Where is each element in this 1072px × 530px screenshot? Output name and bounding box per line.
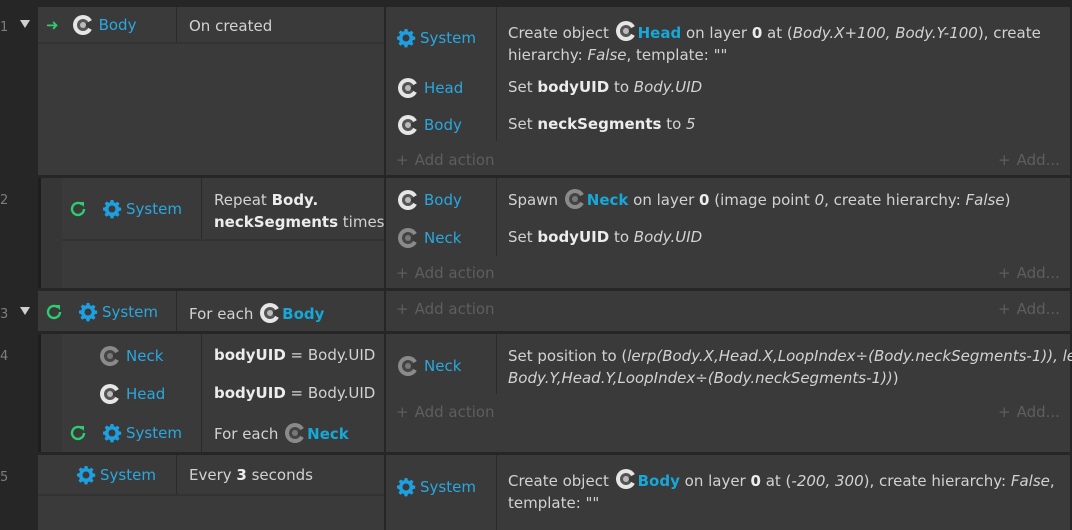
object-name: System bbox=[126, 424, 182, 442]
body-object-icon bbox=[614, 467, 638, 491]
action-object-neck[interactable]: Neck bbox=[396, 226, 461, 250]
trigger-arrow-icon: ➜ bbox=[46, 16, 59, 34]
object-name: Neck bbox=[424, 229, 462, 247]
add-action-button[interactable]: + Add action bbox=[396, 300, 495, 318]
object-name: System bbox=[100, 466, 156, 484]
gear-icon bbox=[397, 29, 416, 48]
plus-icon: + bbox=[396, 300, 409, 318]
add-more-button[interactable]: + Add... bbox=[998, 300, 1060, 318]
object-name: System bbox=[420, 478, 476, 496]
collapse-caret[interactable] bbox=[20, 20, 30, 28]
condition-object-head[interactable]: Head bbox=[98, 382, 165, 406]
action-text-set-bodyuid[interactable]: Set bodyUID to Body.UID bbox=[508, 78, 702, 96]
plus-icon: + bbox=[396, 403, 409, 421]
plus-icon: + bbox=[998, 403, 1011, 421]
add-action-button[interactable]: + Add action bbox=[396, 151, 495, 169]
action-object-neck[interactable]: Neck bbox=[396, 354, 461, 378]
object-name: Head bbox=[424, 79, 464, 97]
object-name: System bbox=[102, 303, 158, 321]
object-name: Body bbox=[424, 191, 462, 209]
object-name: Body bbox=[424, 116, 462, 134]
condition-text: On created bbox=[189, 17, 273, 35]
object-name: Head bbox=[126, 385, 166, 403]
action-text-set-necksegments[interactable]: Set neckSegments to 5 bbox=[508, 115, 696, 133]
gear-icon bbox=[79, 303, 98, 322]
loop-icon bbox=[70, 425, 86, 441]
body-object-icon bbox=[71, 13, 95, 37]
collapse-caret[interactable] bbox=[20, 307, 30, 315]
action-object-system[interactable]: System bbox=[396, 28, 476, 48]
head-object-icon bbox=[98, 382, 122, 406]
action-text-create-object[interactable]: Create object Head on layer 0 at (Body.X… bbox=[508, 19, 1041, 66]
plus-icon: + bbox=[998, 300, 1011, 318]
neck-object-icon bbox=[396, 354, 420, 378]
action-object-head[interactable]: Head bbox=[396, 76, 463, 100]
plus-icon: + bbox=[396, 264, 409, 282]
row-number: 2 bbox=[0, 193, 9, 208]
action-text-create-object[interactable]: Create object Body on layer 0 at (-200, … bbox=[508, 467, 1055, 514]
action-object-body[interactable]: Body bbox=[396, 188, 462, 212]
row-number: 3 bbox=[0, 307, 9, 322]
add-more-button[interactable]: + Add... bbox=[998, 151, 1060, 169]
plus-icon: + bbox=[998, 151, 1011, 169]
object-name: System bbox=[126, 200, 182, 218]
condition-object-system[interactable]: System bbox=[68, 423, 182, 443]
object-name: Neck bbox=[424, 357, 462, 375]
gear-icon bbox=[397, 478, 416, 497]
row-number: 5 bbox=[0, 470, 9, 485]
condition-text-every[interactable]: Every 3 seconds bbox=[189, 466, 313, 484]
condition-object-neck[interactable]: Neck bbox=[98, 344, 163, 368]
condition-object-body[interactable]: ➜ Body bbox=[46, 13, 136, 37]
gear-icon bbox=[77, 466, 96, 485]
plus-icon: + bbox=[396, 151, 409, 169]
neck-object-icon bbox=[98, 344, 122, 368]
body-object-icon bbox=[258, 301, 282, 325]
loop-icon bbox=[46, 304, 62, 320]
neck-object-icon bbox=[563, 187, 587, 211]
neck-object-icon bbox=[283, 421, 307, 445]
row-number: 1 bbox=[0, 20, 9, 35]
object-name: Body bbox=[98, 16, 137, 34]
add-more-button[interactable]: + Add... bbox=[998, 403, 1060, 421]
neck-object-icon bbox=[396, 226, 420, 250]
add-more-button[interactable]: + Add... bbox=[998, 264, 1060, 282]
object-name: Neck bbox=[126, 347, 164, 365]
condition-object-system[interactable]: System bbox=[76, 465, 156, 485]
head-object-icon bbox=[396, 76, 420, 100]
condition-object-system[interactable]: System bbox=[44, 302, 158, 322]
add-action-button[interactable]: + Add action bbox=[396, 264, 495, 282]
gear-icon bbox=[103, 424, 122, 443]
row-number: 4 bbox=[0, 349, 9, 364]
condition-text-for-each[interactable]: For each Neck bbox=[214, 421, 349, 447]
action-object-system[interactable]: System bbox=[396, 477, 476, 497]
action-text-set-bodyuid[interactable]: Set bodyUID to Body.UID bbox=[508, 228, 702, 246]
condition-text-compare[interactable]: bodyUID = Body.UID bbox=[214, 346, 375, 364]
gear-icon bbox=[103, 200, 122, 219]
condition-text-compare[interactable]: bodyUID = Body.UID bbox=[214, 384, 375, 402]
loop-icon bbox=[70, 201, 86, 217]
action-text-spawn[interactable]: Spawn Neck on layer 0 (image point 0, cr… bbox=[508, 187, 1010, 213]
condition-text-repeat[interactable]: Repeat Body. neckSegments times bbox=[214, 189, 385, 233]
body-object-icon bbox=[396, 113, 420, 137]
object-name: System bbox=[420, 29, 476, 47]
action-text-set-position[interactable]: Set position to (lerp(Body.X,Head.X,Loop… bbox=[508, 345, 1072, 389]
plus-icon: + bbox=[998, 264, 1011, 282]
body-object-icon bbox=[396, 188, 420, 212]
condition-text-for-each[interactable]: For each Body bbox=[189, 301, 324, 327]
head-object-icon bbox=[614, 19, 638, 43]
add-action-button[interactable]: + Add action bbox=[396, 403, 495, 421]
condition-object-system[interactable]: System bbox=[68, 199, 182, 219]
action-object-body[interactable]: Body bbox=[396, 113, 462, 137]
